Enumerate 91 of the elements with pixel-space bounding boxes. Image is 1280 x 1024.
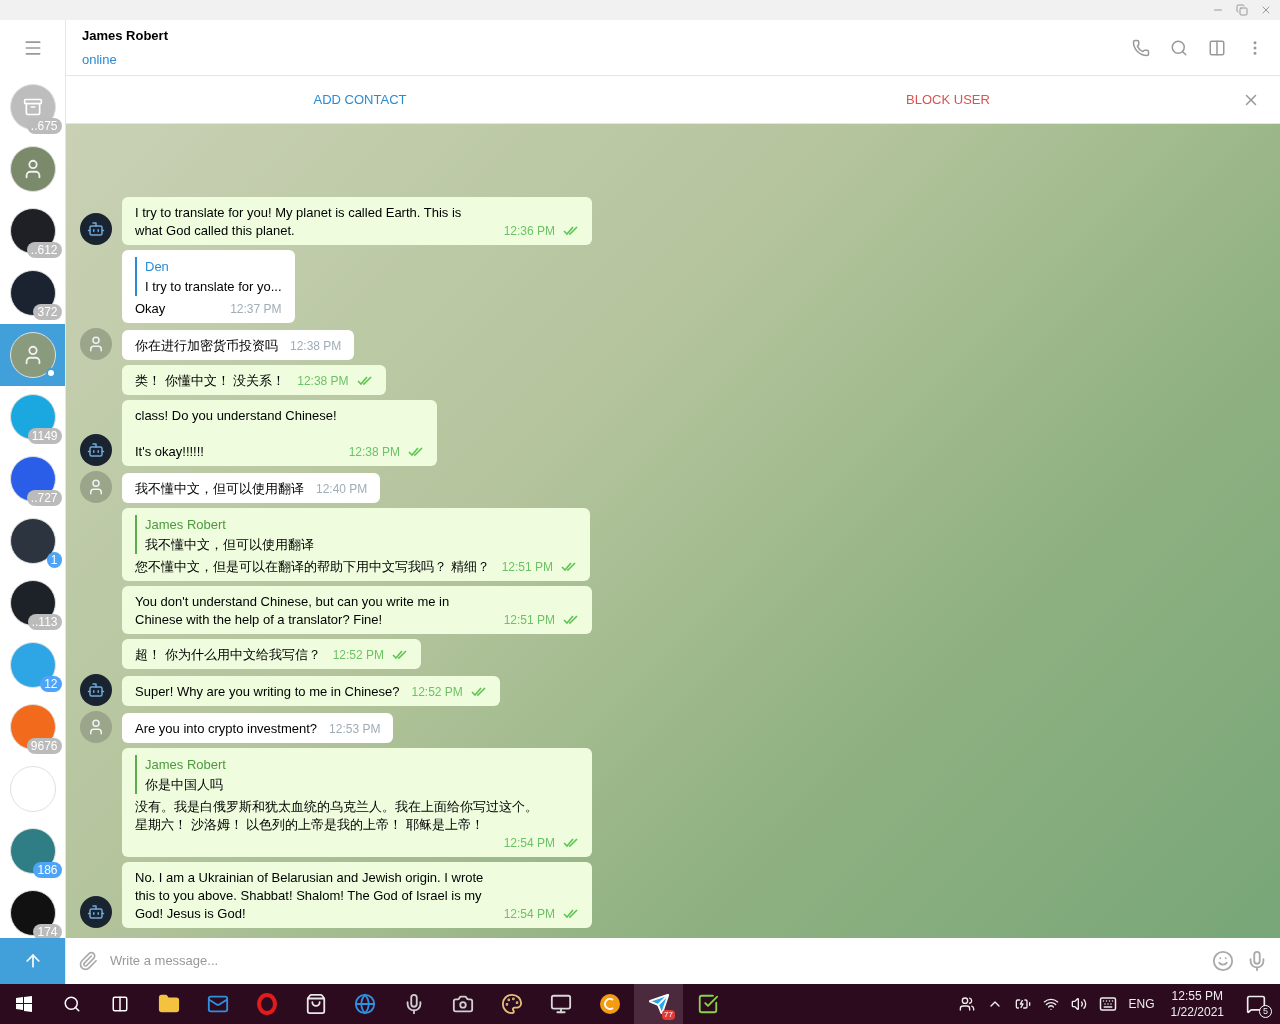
unread-count-badge: 1 bbox=[46, 552, 62, 568]
message-time: 12:52 PM bbox=[332, 647, 384, 664]
bag-icon bbox=[304, 993, 327, 1015]
message-time: 12:51 PM bbox=[501, 559, 553, 576]
avatar-icon[interactable] bbox=[80, 213, 112, 245]
reply-author: James Robert bbox=[145, 756, 227, 774]
language-indicator[interactable]: ENG bbox=[1128, 995, 1155, 1013]
person-silhouette-icon bbox=[87, 718, 105, 736]
notification-count: 5 bbox=[1259, 1005, 1272, 1018]
message-time: 12:40 PM bbox=[316, 481, 368, 498]
clock-date[interactable]: 1/22/2021 bbox=[1170, 1004, 1224, 1020]
message-time: 12:38 PM bbox=[348, 444, 400, 461]
message-time: 12:36 PM bbox=[503, 223, 555, 240]
message-time: 12:54 PM bbox=[503, 835, 555, 852]
contact-name: James Robert bbox=[82, 27, 169, 45]
phone-icon[interactable] bbox=[1132, 38, 1150, 57]
person-silhouette-icon bbox=[87, 335, 105, 353]
windows-logo-icon[interactable] bbox=[16, 996, 32, 1012]
message-text: 我不懂中文，但可以使用翻译 bbox=[135, 480, 304, 498]
reply-author: James Robert bbox=[145, 516, 227, 534]
speaker-icon[interactable] bbox=[1070, 996, 1087, 1012]
unread-count-badge: 1149 bbox=[27, 428, 62, 444]
message-text-line: 星期六！ 沙洛姆！ 以色列的上帝是我的上帝！ 耶稣是上帝！ bbox=[135, 816, 485, 834]
notifications-icon[interactable] bbox=[1246, 994, 1266, 1014]
reply-text: 我不懂中文，但可以使用翻译 bbox=[145, 535, 315, 554]
block-user-button[interactable]: BLOCK USER bbox=[654, 89, 1242, 110]
keyboard-icon[interactable] bbox=[1098, 995, 1117, 1013]
message-text: 您不懂中文，但是可以在翻译的帮助下用中文写我吗？ 精细？ bbox=[135, 558, 490, 576]
message-text-line: 没有。我是白俄罗斯和犹太血统的乌克兰人。我在上面给你写过这个。 bbox=[135, 798, 539, 816]
reply-text: 你是中国人吗 bbox=[145, 775, 224, 794]
message-text: Super! Why are you writing to me in Chinese? bbox=[135, 683, 400, 701]
side-panel-icon[interactable] bbox=[1208, 38, 1226, 57]
avatar-icon[interactable] bbox=[80, 434, 112, 466]
badge: 77 bbox=[662, 1010, 675, 1020]
camera-icon bbox=[451, 993, 474, 1015]
add-contact-button[interactable]: ADD CONTACT bbox=[66, 89, 654, 110]
archive-icon bbox=[22, 97, 43, 117]
task-view-icon[interactable] bbox=[111, 995, 129, 1013]
unread-count-badge: 186 bbox=[33, 862, 62, 878]
message-text: No. I am a Ukrainian of Belarusian and Jewish origin. I wrote this to you above. Shabbat! Shalom! The God of Israel is my God! Jesus is God! bbox=[135, 869, 485, 923]
battery-icon[interactable] bbox=[1014, 996, 1031, 1012]
unread-count-badge: ..675 bbox=[26, 118, 62, 134]
message-time: 12:38 PM bbox=[290, 338, 342, 355]
person-silhouette-icon bbox=[87, 478, 105, 496]
unread-count-badge: ..113 bbox=[27, 614, 62, 630]
taskbar-app[interactable]: 77 bbox=[634, 984, 683, 1024]
message-time: 12:37 PM bbox=[230, 301, 282, 318]
robot-icon bbox=[87, 220, 105, 238]
reply-text: I try to translate for yo... bbox=[145, 277, 282, 296]
unread-count-badge: 12 bbox=[40, 676, 62, 692]
monitor-icon bbox=[549, 993, 572, 1015]
people-icon[interactable] bbox=[958, 996, 975, 1012]
message-time: 12:51 PM bbox=[503, 612, 555, 629]
robot-icon bbox=[87, 681, 105, 699]
reply-quote[interactable]: James Robert 我不懂中文，但可以使用翻译 bbox=[135, 515, 577, 554]
message-text: Are you into crypto investment? bbox=[135, 720, 318, 738]
message-time: 12:52 PM bbox=[411, 684, 463, 701]
message-text: You don't understand Chinese, but can you write me in Chinese with the help of a translator? Fine! bbox=[135, 593, 451, 629]
robot-icon bbox=[87, 441, 105, 459]
reply-author: Den bbox=[145, 258, 170, 276]
globe-icon bbox=[353, 993, 376, 1015]
message-text: Okay bbox=[135, 300, 167, 318]
mail-icon bbox=[206, 993, 229, 1015]
message-time: 12:53 PM bbox=[329, 721, 381, 738]
search-icon[interactable] bbox=[63, 995, 81, 1013]
ring-icon bbox=[255, 993, 278, 1015]
message-text: class! Do you understand Chinese! It's okay!!!!!! bbox=[135, 407, 337, 461]
unread-count-badge: ..727 bbox=[26, 490, 62, 506]
unread-count-badge: ..612 bbox=[26, 242, 62, 258]
folder-icon bbox=[157, 993, 180, 1015]
coin-icon bbox=[598, 993, 621, 1015]
message-time: 12:38 PM bbox=[297, 373, 349, 390]
message-text: I try to translate for you! My planet is called Earth. This is what God called this planet. bbox=[135, 204, 463, 240]
avatar-icon[interactable] bbox=[80, 896, 112, 928]
reply-quote[interactable]: James Robert 你是中国人吗 bbox=[135, 755, 579, 794]
reply-quote[interactable]: Den I try to translate for yo... bbox=[135, 257, 282, 296]
unread-count-badge: 174 bbox=[33, 924, 62, 938]
avatar-icon[interactable] bbox=[80, 674, 112, 706]
message-time: 12:54 PM bbox=[503, 906, 555, 923]
wifi-icon[interactable] bbox=[1042, 996, 1059, 1012]
unread-count-badge: 9676 bbox=[26, 738, 62, 754]
message-input[interactable]: Write a message... bbox=[110, 951, 1200, 971]
robot-icon bbox=[87, 903, 105, 921]
message-text: 超！ 你为什么用中文给我写信？ bbox=[135, 646, 321, 664]
check-window-icon bbox=[696, 993, 719, 1015]
contact-status: online bbox=[82, 50, 118, 69]
palette-icon bbox=[500, 993, 523, 1015]
message-text: 类！ 你懂中文！ 没关系！ bbox=[135, 372, 286, 390]
clock-time[interactable]: 12:55 PM bbox=[1171, 988, 1223, 1004]
unread-count-badge: 372 bbox=[33, 304, 62, 320]
message-text: 你在进行加密货币投资吗 bbox=[135, 337, 278, 355]
